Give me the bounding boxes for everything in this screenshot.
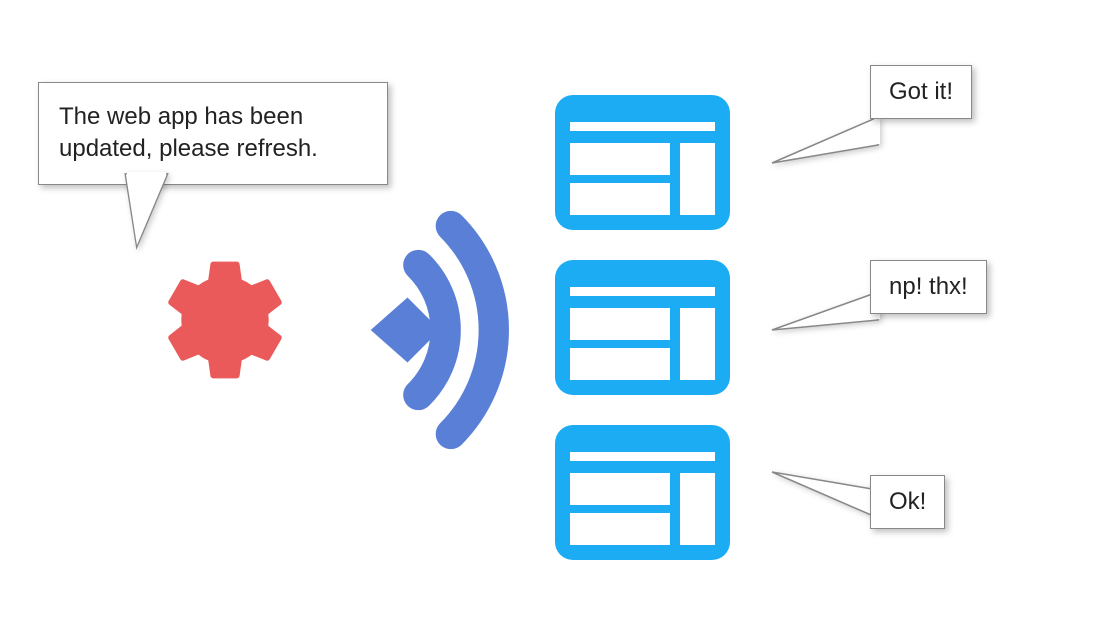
- reply-text: Ok!: [889, 488, 926, 515]
- reply-bubble: Got it!: [870, 65, 972, 119]
- main-speech-text: The web app has been updated, please ref…: [59, 103, 318, 162]
- reply-bubble: np! thx!: [870, 260, 987, 314]
- broadcast-icon: [330, 200, 550, 465]
- app-window-icon: [555, 425, 730, 560]
- app-window-icon: [555, 95, 730, 230]
- main-speech-bubble: The web app has been updated, please ref…: [38, 82, 388, 185]
- gear-icon: [155, 250, 295, 395]
- speech-tail-icon: [770, 115, 880, 175]
- app-window-icon: [555, 260, 730, 395]
- speech-tail-icon: [770, 290, 880, 340]
- reply-text: Got it!: [889, 78, 953, 105]
- reply-bubble: Ok!: [870, 475, 945, 529]
- speech-tail-icon: [770, 462, 880, 522]
- speech-tail-icon: [120, 172, 180, 252]
- reply-text: np! thx!: [889, 273, 968, 300]
